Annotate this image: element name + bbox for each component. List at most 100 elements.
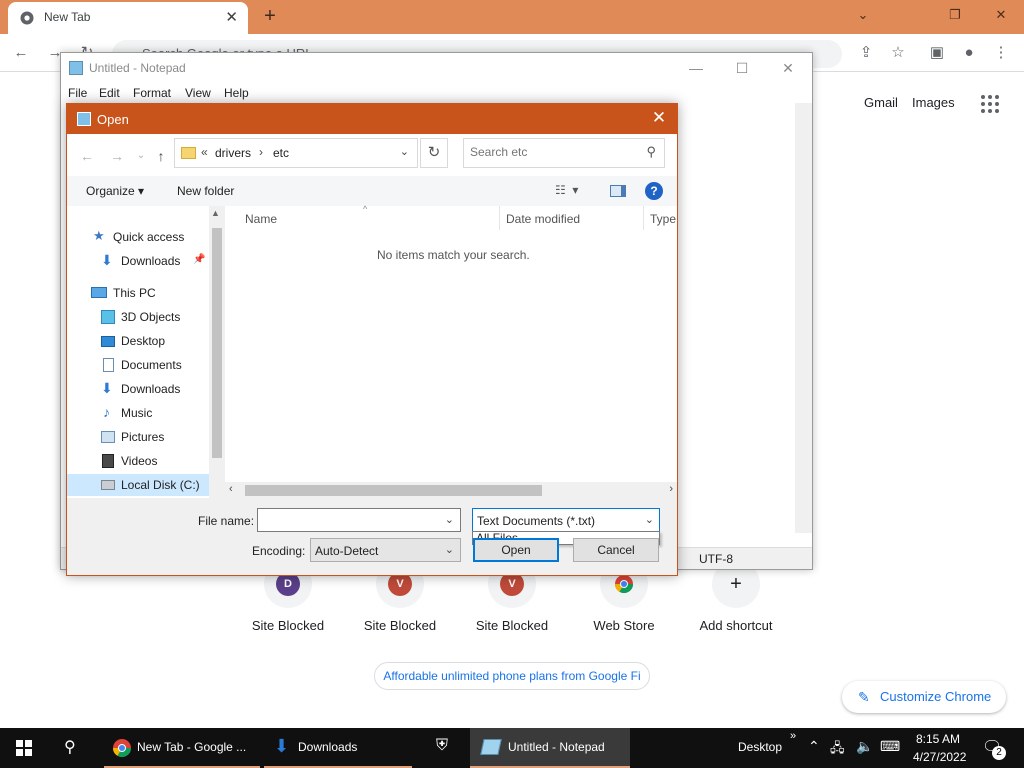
nav-label: 3D Objects bbox=[121, 310, 181, 324]
maximize-icon[interactable]: ☐ bbox=[719, 55, 765, 81]
chevron-down-icon[interactable]: ⌄ bbox=[445, 513, 454, 526]
nav-label: Downloads bbox=[121, 254, 181, 268]
gmail-link[interactable]: Gmail bbox=[864, 95, 898, 110]
taskbar-chrome[interactable]: New Tab - Google ... bbox=[104, 728, 260, 768]
preview-pane-icon[interactable] bbox=[610, 185, 626, 197]
desktop-toolbar[interactable]: Desktop bbox=[738, 740, 782, 754]
breadcrumb-overflow[interactable]: « bbox=[201, 145, 208, 159]
menu-edit[interactable]: Edit bbox=[99, 86, 120, 100]
menu-kebab-icon[interactable]: ⋮ bbox=[990, 42, 1012, 64]
nav-documents[interactable]: Documents bbox=[67, 354, 209, 376]
notepad-scrollbar[interactable] bbox=[795, 103, 812, 533]
google-apps-icon[interactable] bbox=[980, 94, 1000, 114]
scroll-thumb[interactable] bbox=[212, 228, 222, 458]
nav-music[interactable]: ♪ Music bbox=[67, 402, 209, 424]
column-name[interactable]: Name bbox=[245, 212, 277, 226]
nav-label: Videos bbox=[121, 454, 158, 468]
menu-view[interactable]: View bbox=[185, 86, 211, 100]
nav-downloads-pinned[interactable]: ⬇ Downloads 📌 bbox=[67, 250, 209, 272]
images-link[interactable]: Images bbox=[912, 95, 955, 110]
clock-time[interactable]: 8:15 AM bbox=[916, 732, 960, 746]
search-button[interactable]: ⚲ bbox=[48, 728, 96, 768]
new-tab-button[interactable]: + bbox=[258, 4, 282, 28]
clock-date[interactable]: 4/27/2022 bbox=[913, 750, 966, 764]
minimize-icon[interactable]: — bbox=[673, 55, 719, 81]
back-icon[interactable]: ← bbox=[10, 42, 32, 64]
nav-this-pc[interactable]: This PC bbox=[67, 282, 209, 304]
scroll-right-icon[interactable]: › bbox=[669, 483, 673, 495]
nav-videos[interactable]: Videos bbox=[67, 450, 209, 472]
toolbar-overflow-icon[interactable]: » bbox=[790, 730, 796, 742]
breadcrumb-separator-icon[interactable]: › bbox=[259, 145, 263, 159]
encoding-select[interactable]: Auto-Detect ⌄ bbox=[310, 538, 461, 562]
add-shortcut-tile[interactable]: + Add shortcut bbox=[686, 560, 786, 633]
profile-avatar-icon[interactable]: ● bbox=[958, 42, 980, 64]
back-icon[interactable]: ← bbox=[77, 146, 97, 166]
nav-downloads[interactable]: ⬇ Downloads bbox=[67, 378, 209, 400]
customize-chrome-button[interactable]: ✎ Customize Chrome bbox=[842, 681, 1006, 713]
search-input[interactable] bbox=[470, 145, 640, 159]
promo-link[interactable]: Affordable unlimited phone plans from Go… bbox=[374, 662, 650, 690]
file-type-select[interactable]: Text Documents (*.txt) ⌄ bbox=[472, 508, 660, 532]
taskbar-label: New Tab - Google ... bbox=[137, 740, 247, 754]
network-icon[interactable]: 🖧 bbox=[830, 739, 845, 761]
chrome-tab-new-tab[interactable]: New Tab ✕ bbox=[8, 2, 248, 34]
refresh-button[interactable]: ↻ bbox=[420, 138, 448, 168]
keyboard-icon[interactable]: ⌨ bbox=[880, 738, 900, 755]
chrome-web-store-icon bbox=[615, 575, 633, 594]
nav-pictures[interactable]: Pictures bbox=[67, 426, 209, 448]
side-panel-icon[interactable]: ▣ bbox=[926, 42, 948, 64]
close-icon[interactable]: ✕ bbox=[765, 55, 811, 81]
scroll-thumb[interactable] bbox=[245, 485, 542, 496]
column-type[interactable]: Type bbox=[650, 212, 676, 226]
notepad-titlebar[interactable]: Untitled - Notepad — ☐ ✕ bbox=[61, 53, 812, 83]
encoding-label: Encoding: bbox=[252, 544, 306, 558]
cancel-button[interactable]: Cancel bbox=[573, 538, 659, 562]
change-view-icon[interactable]: ☷ ▾ bbox=[555, 183, 578, 197]
file-name-field[interactable]: ⌄ bbox=[257, 508, 461, 532]
dialog-close-icon[interactable]: ✕ bbox=[649, 108, 669, 128]
menu-help[interactable]: Help bbox=[224, 86, 249, 100]
taskbar-downloads[interactable]: ⬇ Downloads bbox=[264, 728, 412, 768]
start-button[interactable] bbox=[0, 728, 48, 768]
taskbar-security[interactable]: ⛨ bbox=[424, 728, 468, 768]
menu-file[interactable]: File bbox=[68, 86, 87, 100]
column-divider[interactable] bbox=[643, 206, 644, 230]
file-list-hscrollbar[interactable]: ‹ › bbox=[225, 482, 677, 498]
nav-3d-objects[interactable]: 3D Objects bbox=[67, 306, 209, 328]
chevron-down-icon[interactable]: ⌄ bbox=[645, 513, 654, 526]
taskbar-label: Downloads bbox=[298, 740, 358, 754]
menu-format[interactable]: Format bbox=[133, 86, 171, 100]
scroll-up-icon[interactable]: ▲ bbox=[211, 208, 220, 218]
nav-desktop[interactable]: Desktop bbox=[67, 330, 209, 352]
share-icon[interactable]: ⇪ bbox=[855, 42, 877, 64]
open-button[interactable]: Open bbox=[473, 538, 559, 562]
dialog-titlebar[interactable]: Open ✕ bbox=[67, 104, 677, 134]
close-window-icon[interactable]: ✕ bbox=[978, 0, 1024, 30]
column-divider[interactable] bbox=[499, 206, 500, 230]
help-icon[interactable]: ? bbox=[645, 182, 663, 200]
chevron-down-icon[interactable]: ⌄ bbox=[445, 543, 454, 556]
up-folder-icon[interactable]: ↑ bbox=[151, 146, 171, 166]
chevron-down-icon[interactable]: ⌄ bbox=[400, 145, 409, 158]
restore-window-icon[interactable]: ❐ bbox=[932, 0, 978, 30]
scroll-left-icon[interactable]: ‹ bbox=[229, 483, 233, 495]
new-folder-button[interactable]: New folder bbox=[177, 184, 234, 198]
recent-locations-icon[interactable]: ⌄ bbox=[131, 146, 151, 166]
breadcrumb-etc[interactable]: etc bbox=[273, 146, 289, 160]
address-bar[interactable]: « drivers › etc ⌄ bbox=[174, 138, 418, 168]
forward-icon[interactable]: → bbox=[107, 146, 127, 166]
tab-search-icon[interactable]: ⌄ bbox=[840, 0, 886, 30]
column-date-modified[interactable]: Date modified bbox=[506, 212, 580, 226]
volume-icon[interactable]: 🔈 bbox=[856, 738, 873, 755]
navigation-scrollbar[interactable]: ▲ bbox=[209, 206, 225, 498]
bookmark-star-icon[interactable]: ☆ bbox=[887, 42, 909, 64]
taskbar-notepad[interactable]: Untitled - Notepad bbox=[470, 728, 630, 768]
search-box[interactable]: ⚲ bbox=[463, 138, 665, 168]
breadcrumb-drivers[interactable]: drivers bbox=[215, 146, 251, 160]
nav-quick-access[interactable]: ★ Quick access bbox=[67, 226, 209, 248]
show-hidden-icons-icon[interactable]: ⌃ bbox=[808, 738, 820, 755]
nav-local-disk[interactable]: Local Disk (C:) bbox=[67, 474, 209, 496]
organize-button[interactable]: Organize ▾ bbox=[86, 184, 144, 198]
tab-close-icon[interactable]: ✕ bbox=[225, 8, 238, 26]
